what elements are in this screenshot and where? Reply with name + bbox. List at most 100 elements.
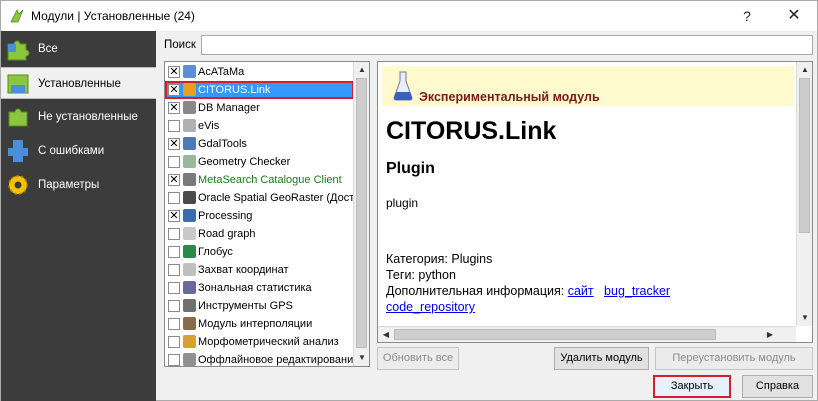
reinstall-plugin-button[interactable]: Переустановить модуль [655,347,813,370]
bug-tracker-link[interactable]: bug_tracker [604,284,670,298]
plugin-manager-window: Модули | Установленные (24) ? ✕ Все Уста… [0,0,818,401]
plugin-category: Категория: Plugins [386,252,493,266]
sidebar-item-errors[interactable]: С ошибками [1,135,156,167]
scroll-down-icon[interactable]: ▼ [799,312,811,324]
plugin-row[interactable]: eVis [165,117,354,135]
plugin-name: MetaSearch Catalogue Client [198,174,342,186]
plugin-list[interactable]: ✕ AcATaMa ✕ CITORUS.Link ✕ DB Manager eVis ✕ Gda… [164,61,370,367]
plugin-name: Инструменты GPS [198,300,293,312]
details-hscrollbar[interactable]: ◀ ▶ [378,326,796,342]
plugin-row[interactable]: Модуль интерполяции [165,315,354,333]
sidebar-item-settings[interactable]: Параметры [1,169,156,201]
scroll-up-icon[interactable]: ▲ [799,64,811,76]
plugin-name: Захват координат [198,264,289,276]
code-repository-link[interactable]: code_repository [386,300,475,314]
plugin-icon [183,209,196,222]
plugin-row[interactable]: Geometry Checker [165,153,354,171]
qgis-app-icon [10,9,24,23]
help-icon[interactable]: ? [727,3,767,29]
site-link[interactable]: сайт [568,284,594,298]
plugin-name: CITORUS.Link [198,84,271,96]
plugin-icon [183,353,196,366]
plugin-name: DB Manager [198,102,260,114]
plugin-checkbox[interactable]: ✕ [168,66,180,78]
update-all-button[interactable]: Обновить все [377,347,459,370]
plugin-tags: Теги: python [386,268,456,282]
close-window-button[interactable]: ✕ [773,3,815,29]
help-button[interactable]: Справка [742,375,813,398]
sidebar: Все Установленные Не установленные С оши… [1,31,156,401]
scroll-right-icon[interactable]: ▶ [764,329,776,341]
plugin-list-scrollbar[interactable]: ▲ ▼ [353,62,369,366]
plugin-icon [183,173,196,186]
info-label: Дополнительная информация: [386,284,565,298]
plugin-checkbox[interactable]: ✕ [168,138,180,150]
plugin-icon [183,65,196,78]
plugin-checkbox[interactable] [168,300,180,312]
sidebar-item-not-installed[interactable]: Не установленные [1,101,156,133]
plugin-row[interactable]: ✕ GdalTools [165,135,354,153]
plugin-icon [183,83,196,96]
details-vscrollbar[interactable]: ▲ ▼ [796,62,812,326]
plugin-row[interactable]: Захват координат [165,261,354,279]
plugin-checkbox[interactable] [168,192,180,204]
plugin-checkbox[interactable] [168,336,180,348]
plugin-name: GdalTools [198,138,247,150]
plugin-checkbox[interactable] [168,156,180,168]
scrollbar-thumb[interactable] [394,329,716,340]
plugin-row[interactable]: ✕ CITORUS.Link [165,81,354,99]
plugin-row[interactable]: Инструменты GPS [165,297,354,315]
plugin-name: Processing [198,210,253,222]
gear-icon [8,175,28,195]
plugin-checkbox[interactable]: ✕ [168,174,180,186]
experimental-banner: Экспериментальный модуль [382,66,794,106]
sidebar-item-label: С ошибками [38,145,105,157]
plugin-row[interactable]: ✕ DB Manager [165,99,354,117]
plugin-name: Морфометрический анализ [198,336,339,348]
plugin-name: Глобус [198,246,233,258]
puzzle-not-installed-icon [8,108,28,127]
plugin-row[interactable]: Road graph [165,225,354,243]
puzzle-error-icon [8,140,28,162]
plugin-checkbox[interactable] [168,354,180,366]
scroll-down-icon[interactable]: ▼ [356,352,368,364]
scrollbar-thumb[interactable] [799,78,810,233]
plugin-checkbox[interactable] [168,264,180,276]
plugin-icon [183,227,196,240]
scroll-up-icon[interactable]: ▲ [356,64,368,76]
plugin-checkbox[interactable]: ✕ [168,102,180,114]
sidebar-item-installed[interactable]: Установленные [1,67,156,99]
close-button[interactable]: Закрыть [653,375,731,398]
plugin-checkbox[interactable] [168,246,180,258]
plugin-checkbox[interactable] [168,228,180,240]
plugin-info-line: Дополнительная информация: сайт bug_trac… [386,284,670,298]
plugin-row[interactable]: ✕ AcATaMa [165,63,354,81]
plugin-name: eVis [198,120,220,132]
plugin-icon [183,281,196,294]
plugin-row[interactable]: ✕ MetaSearch Catalogue Client [165,171,354,189]
plugin-row[interactable]: Морфометрический анализ [165,333,354,351]
sidebar-item-all[interactable]: Все [1,33,156,65]
plugin-checkbox[interactable] [168,282,180,294]
sidebar-item-label: Не установленные [38,111,138,123]
plugin-icon [183,263,196,276]
scrollbar-thumb[interactable] [356,78,367,348]
plugin-row[interactable]: Оффлайновое редактирование [165,351,354,366]
scroll-left-icon[interactable]: ◀ [380,329,392,341]
plugin-checkbox[interactable]: ✕ [168,84,180,96]
plugin-checkbox[interactable] [168,120,180,132]
plugin-row[interactable]: ✕ Processing [165,207,354,225]
plugin-row[interactable]: Зональная статистика [165,279,354,297]
search-input[interactable] [201,35,813,55]
puzzle-all-icon [7,40,30,61]
plugin-checkbox[interactable] [168,318,180,330]
plugin-name: Oracle Spatial GeoRaster (Досту [198,192,354,204]
plugin-row[interactable]: Глобус [165,243,354,261]
plugin-row[interactable]: Oracle Spatial GeoRaster (Досту [165,189,354,207]
plugin-name: AcATaMa [198,66,245,78]
remove-plugin-button[interactable]: Удалить модуль [554,347,649,370]
search-label: Поиск [164,39,196,51]
flask-icon [393,71,413,101]
plugin-name: Оффлайновое редактирование [198,354,354,366]
plugin-checkbox[interactable]: ✕ [168,210,180,222]
